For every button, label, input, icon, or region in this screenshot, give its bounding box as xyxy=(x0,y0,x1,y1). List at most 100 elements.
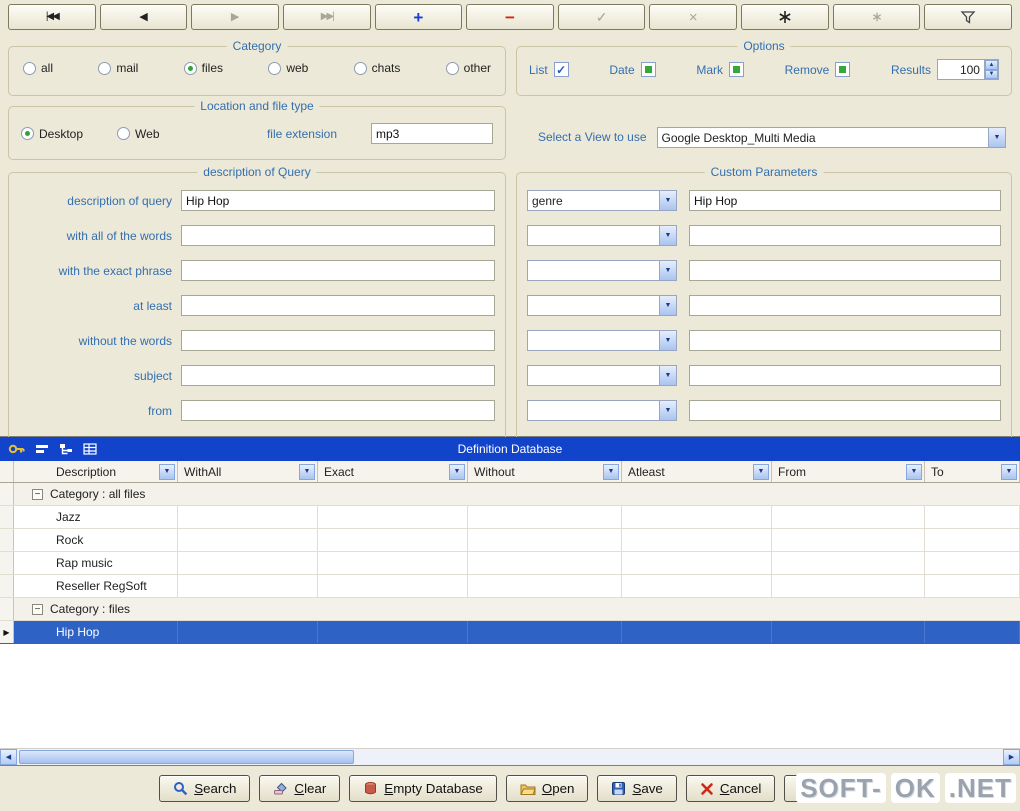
scroll-right-button[interactable]: ▶ xyxy=(1003,749,1020,765)
collapse-icon[interactable]: − xyxy=(32,489,43,500)
param-dropdown-5[interactable]: ▼ xyxy=(527,330,677,351)
first-record-button[interactable]: |◀◀ xyxy=(8,4,96,30)
column-header-to[interactable]: To▼ xyxy=(925,461,1020,482)
search-button[interactable]: Search xyxy=(159,775,250,802)
param-input-2[interactable] xyxy=(689,225,1001,246)
scrollbar-track[interactable] xyxy=(17,749,1003,765)
results-spinner[interactable]: 100 ▲ ▼ xyxy=(937,59,999,80)
description-cell[interactable]: Rock xyxy=(14,529,178,551)
radio-all[interactable]: all xyxy=(23,61,53,75)
scrollbar-thumb[interactable] xyxy=(19,750,354,764)
column-dropdown-icon[interactable]: ▼ xyxy=(906,464,922,480)
column-dropdown-icon[interactable]: ▼ xyxy=(1001,464,1017,480)
chevron-down-icon[interactable]: ▼ xyxy=(659,366,676,385)
param-input-5[interactable] xyxy=(689,330,1001,351)
param-input-3[interactable] xyxy=(689,260,1001,281)
without-words-input[interactable] xyxy=(181,330,495,351)
radio-files[interactable]: files xyxy=(184,61,223,75)
query-description-input[interactable] xyxy=(181,190,495,211)
all-words-input[interactable] xyxy=(181,225,495,246)
open-button[interactable]: Open xyxy=(506,775,589,802)
filter-button[interactable] xyxy=(924,4,1012,30)
cancel-button[interactable]: Cancel xyxy=(686,775,776,802)
param-dropdown-2[interactable]: ▼ xyxy=(527,225,677,246)
view-selector-dropdown[interactable]: Google Desktop_Multi Media ▼ xyxy=(657,127,1006,148)
last-record-button[interactable]: ▶▶| xyxy=(283,4,371,30)
radio-chats[interactable]: chats xyxy=(354,61,401,75)
group-tree-icon[interactable] xyxy=(59,443,73,455)
chevron-down-icon[interactable]: ▼ xyxy=(659,226,676,245)
table-row-rap-music[interactable]: Rap music xyxy=(0,552,1020,575)
param-input-7[interactable] xyxy=(689,400,1001,421)
list-checkbox[interactable]: ✓ xyxy=(554,62,569,77)
param-dropdown-6[interactable]: ▼ xyxy=(527,365,677,386)
at-least-input[interactable] xyxy=(181,295,495,316)
param-input-6[interactable] xyxy=(689,365,1001,386)
param-dropdown-7[interactable]: ▼ xyxy=(527,400,677,421)
horizontal-scrollbar[interactable]: ◀ ▶ xyxy=(0,748,1020,765)
apply-button[interactable] xyxy=(833,4,921,30)
group-row-files[interactable]: −Category : files xyxy=(0,598,1020,621)
clear-button[interactable]: Clear xyxy=(259,775,340,802)
radio-mail[interactable]: mail xyxy=(98,61,138,75)
cancel-edit-button[interactable]: × xyxy=(649,4,737,30)
subject-input[interactable] xyxy=(181,365,495,386)
collapse-icon[interactable]: − xyxy=(32,604,43,615)
column-dropdown-icon[interactable]: ▼ xyxy=(299,464,315,480)
group-row-all-files[interactable]: −Category : all files xyxy=(0,483,1020,506)
insert-record-button[interactable]: + xyxy=(375,4,463,30)
description-cell[interactable]: Hip Hop xyxy=(14,621,178,643)
help-button[interactable]: ? Help xyxy=(784,775,860,802)
spin-down-button[interactable]: ▼ xyxy=(985,70,998,80)
table-grid-icon[interactable] xyxy=(83,443,97,455)
summary-rows-icon[interactable] xyxy=(35,443,49,455)
column-dropdown-icon[interactable]: ▼ xyxy=(753,464,769,480)
description-cell[interactable]: Reseller RegSoft xyxy=(14,575,178,597)
prior-record-button[interactable]: ◀ xyxy=(100,4,188,30)
radio-web-location[interactable]: Web xyxy=(117,127,159,141)
table-row-jazz[interactable]: Jazz xyxy=(0,506,1020,529)
param-input-4[interactable] xyxy=(689,295,1001,316)
column-dropdown-icon[interactable]: ▼ xyxy=(603,464,619,480)
exact-phrase-input[interactable] xyxy=(181,260,495,281)
next-record-button[interactable]: ▶ xyxy=(191,4,279,30)
chevron-down-icon[interactable]: ▼ xyxy=(659,191,676,210)
description-cell[interactable]: Rap music xyxy=(14,552,178,574)
refresh-button[interactable] xyxy=(741,4,829,30)
remove-checkbox[interactable] xyxy=(835,62,850,77)
table-row-hip-hop-selected[interactable]: ▶ Hip Hop xyxy=(0,621,1020,644)
chevron-down-icon[interactable]: ▼ xyxy=(659,296,676,315)
date-checkbox[interactable] xyxy=(641,62,656,77)
param-dropdown-3[interactable]: ▼ xyxy=(527,260,677,281)
column-header-withall[interactable]: WithAll▼ xyxy=(178,461,318,482)
results-value[interactable]: 100 xyxy=(938,60,984,79)
column-header-without[interactable]: Without▼ xyxy=(468,461,622,482)
post-edit-button[interactable]: ✓ xyxy=(558,4,646,30)
column-dropdown-icon[interactable]: ▼ xyxy=(449,464,465,480)
param-input-1[interactable] xyxy=(689,190,1001,211)
spin-up-button[interactable]: ▲ xyxy=(985,60,998,70)
delete-record-button[interactable]: − xyxy=(466,4,554,30)
description-cell[interactable]: Jazz xyxy=(14,506,178,528)
chevron-down-icon[interactable]: ▼ xyxy=(659,261,676,280)
chevron-down-icon[interactable]: ▼ xyxy=(659,401,676,420)
column-header-atleast[interactable]: Atleast▼ xyxy=(622,461,772,482)
column-header-description[interactable]: Description▼ xyxy=(14,461,178,482)
table-row-rock[interactable]: Rock xyxy=(0,529,1020,552)
radio-other[interactable]: other xyxy=(446,61,491,75)
column-dropdown-icon[interactable]: ▼ xyxy=(159,464,175,480)
file-extension-input[interactable] xyxy=(371,123,493,144)
scroll-left-button[interactable]: ◀ xyxy=(0,749,17,765)
from-input[interactable] xyxy=(181,400,495,421)
empty-database-button[interactable]: Empty Database xyxy=(349,775,497,802)
radio-web[interactable]: web xyxy=(268,61,308,75)
key-icon[interactable] xyxy=(8,442,25,456)
mark-checkbox[interactable] xyxy=(729,62,744,77)
param-dropdown-4[interactable]: ▼ xyxy=(527,295,677,316)
radio-desktop[interactable]: Desktop xyxy=(21,127,83,141)
param-dropdown-1[interactable]: genre▼ xyxy=(527,190,677,211)
column-header-from[interactable]: From▼ xyxy=(772,461,925,482)
table-row-reseller-regsoft[interactable]: Reseller RegSoft xyxy=(0,575,1020,598)
chevron-down-icon[interactable]: ▼ xyxy=(988,128,1005,147)
column-header-exact[interactable]: Exact▼ xyxy=(318,461,468,482)
